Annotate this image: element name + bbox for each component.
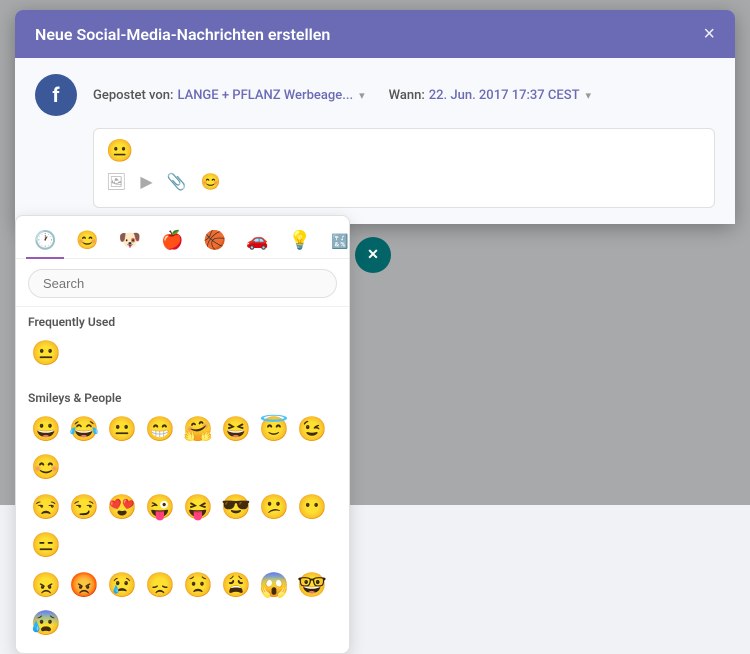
- emoji-item[interactable]: 😐: [104, 411, 140, 447]
- smileys-title: Smileys & People: [28, 391, 337, 405]
- frequently-used-section: Frequently Used 😐: [16, 307, 349, 383]
- emoji-item[interactable]: 😉: [294, 411, 330, 447]
- posted-by-label: Gepostet von:: [93, 88, 173, 103]
- emoji-tab-travel[interactable]: 🚗: [238, 224, 276, 259]
- modal-body: f Gepostet von: LANGE + PFLANZ Werbeage.…: [15, 58, 735, 224]
- emoji-tab-symbols[interactable]: 🔣: [323, 224, 350, 259]
- emoji-item[interactable]: 😕: [256, 489, 292, 525]
- emoji-item[interactable]: 😊: [28, 449, 64, 485]
- attachment-icon[interactable]: 📎: [167, 172, 187, 191]
- compose-toolbar: 🖼 ▶ 📎 😊: [106, 172, 702, 191]
- emoji-search-input[interactable]: [28, 269, 337, 298]
- emoji-item[interactable]: 😱: [256, 567, 292, 603]
- modal-header: Neue Social-Media-Nachrichten erstellen …: [15, 10, 735, 58]
- compose-content: 😐: [106, 139, 702, 164]
- smileys-row-2: 😒 😏 😍 😜 😝 😎 😕 😶 😑: [28, 489, 337, 563]
- emoji-item[interactable]: 😶: [294, 489, 330, 525]
- emoji-tab-activities[interactable]: 🏀: [196, 224, 234, 259]
- emoji-tab-objects[interactable]: 💡: [281, 224, 319, 259]
- emoji-item[interactable]: 🤓: [294, 567, 330, 603]
- emoji-item[interactable]: 😐: [28, 335, 64, 371]
- modal-overlay: Neue Social-Media-Nachrichten erstellen …: [0, 0, 750, 505]
- smileys-icon: 😊: [76, 230, 98, 251]
- posted-by-field: Gepostet von: LANGE + PFLANZ Werbeage...…: [93, 88, 365, 103]
- facebook-avatar: f: [35, 74, 77, 116]
- modal: Neue Social-Media-Nachrichten erstellen …: [15, 10, 735, 224]
- posted-by-dropdown-icon[interactable]: ▾: [359, 89, 365, 102]
- emoji-item[interactable]: 😁: [142, 411, 178, 447]
- emoji-item[interactable]: 😝: [180, 489, 216, 525]
- emoji-icon[interactable]: 😊: [201, 172, 221, 191]
- emoji-tab-recent[interactable]: 🕐: [26, 224, 64, 259]
- emoji-item[interactable]: 😜: [142, 489, 178, 525]
- food-icon: 🍎: [161, 230, 183, 251]
- smileys-row-1: 😀 😂 😐 😁 🤗 😆 😇 😉 😊: [28, 411, 337, 485]
- emoji-item[interactable]: 😩: [218, 567, 254, 603]
- emoji-tabs: 🕐 😊 🐶 🍎 🏀 🚗 💡 🔣: [16, 216, 349, 259]
- symbols-icon: 🔣: [331, 234, 348, 250]
- emoji-item[interactable]: 😞: [142, 567, 178, 603]
- travel-icon: 🚗: [246, 230, 268, 251]
- emoji-item[interactable]: 😆: [218, 411, 254, 447]
- objects-icon: 💡: [289, 230, 311, 251]
- emoji-item[interactable]: 😍: [104, 489, 140, 525]
- emoji-tab-food[interactable]: 🍎: [153, 224, 191, 259]
- smileys-row-3: 😠 😡 😢 😞 😟 😩 😱 🤓 😰: [28, 567, 337, 641]
- emoji-item[interactable]: 😎: [218, 489, 254, 525]
- posted-by-value: LANGE + PFLANZ Werbeage...: [177, 88, 353, 103]
- emoji-tab-smileys[interactable]: 😊: [68, 224, 106, 259]
- when-dropdown-icon[interactable]: ▾: [586, 89, 592, 102]
- when-field: Wann: 22. Jun. 2017 17:37 CEST ▾: [389, 88, 591, 103]
- emoji-item[interactable]: 😑: [28, 527, 64, 563]
- emoji-item[interactable]: 😠: [28, 567, 64, 603]
- emoji-tab-animals[interactable]: 🐶: [111, 224, 149, 259]
- xing-avatar: ✕: [355, 237, 391, 273]
- play-icon[interactable]: ▶: [140, 172, 152, 191]
- recent-icon: 🕐: [34, 230, 56, 251]
- emoji-item[interactable]: 😀: [28, 411, 64, 447]
- activities-icon: 🏀: [204, 230, 226, 251]
- emoji-item[interactable]: 😏: [66, 489, 102, 525]
- emoji-item[interactable]: 😟: [180, 567, 216, 603]
- meta-fields: Gepostet von: LANGE + PFLANZ Werbeage...…: [93, 88, 715, 103]
- animals-icon: 🐶: [119, 230, 141, 251]
- post-meta-row: f Gepostet von: LANGE + PFLANZ Werbeage.…: [35, 74, 715, 116]
- modal-close-button[interactable]: ×: [703, 24, 715, 44]
- image-icon[interactable]: 🖼: [106, 172, 126, 191]
- emoji-item[interactable]: 😇: [256, 411, 292, 447]
- emoji-item[interactable]: 😂: [66, 411, 102, 447]
- emoji-item[interactable]: 🤗: [180, 411, 216, 447]
- emoji-item[interactable]: 😢: [104, 567, 140, 603]
- emoji-search-container: [16, 259, 349, 307]
- emoji-item[interactable]: 😡: [66, 567, 102, 603]
- frequently-used-row: 😐: [28, 335, 337, 371]
- emoji-item[interactable]: 😒: [28, 489, 64, 525]
- smileys-section: Smileys & People 😀 😂 😐 😁 🤗 😆 😇 😉 😊 😒 😏 😍…: [16, 383, 349, 653]
- emoji-picker: 🕐 😊 🐶 🍎 🏀 🚗 💡 🔣: [15, 215, 350, 654]
- when-label: Wann:: [389, 88, 425, 103]
- modal-title: Neue Social-Media-Nachrichten erstellen: [35, 25, 330, 44]
- frequently-used-title: Frequently Used: [28, 315, 337, 329]
- emoji-item[interactable]: 😰: [28, 605, 64, 641]
- compose-area[interactable]: 😐 🖼 ▶ 📎 😊: [93, 128, 715, 208]
- when-value: 22. Jun. 2017 17:37 CEST: [429, 88, 580, 103]
